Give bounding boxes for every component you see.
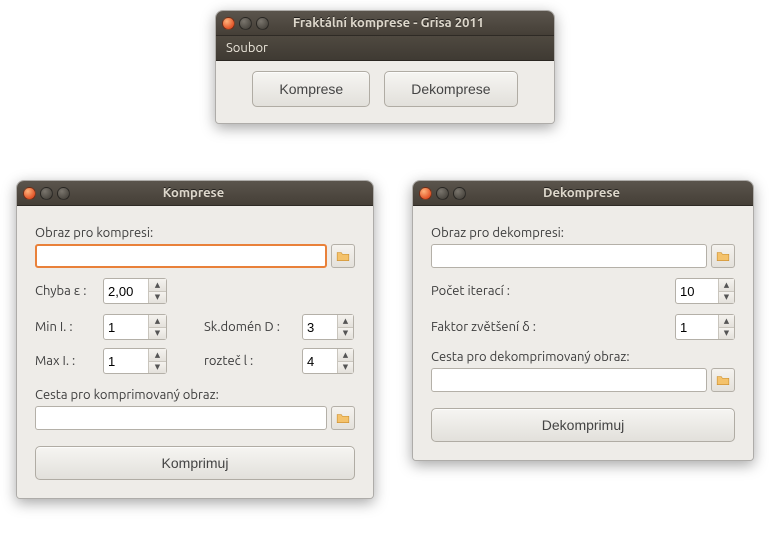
chevron-up-icon[interactable]: ▲ xyxy=(149,315,166,328)
domain-input[interactable] xyxy=(303,315,337,339)
label-compress-out: Cesta pro komprimovaný obraz: xyxy=(35,388,355,402)
compress-out-input[interactable] xyxy=(35,406,327,430)
maximize-icon[interactable] xyxy=(453,187,466,200)
decompress-out-input[interactable] xyxy=(431,368,707,392)
main-window: Fraktální komprese - Grisa 2011 Soubor K… xyxy=(215,10,555,124)
close-icon[interactable] xyxy=(222,17,235,30)
label-decompress-image: Obraz pro dekompresi: xyxy=(431,226,735,240)
label-iter: Počet iterací : xyxy=(431,284,581,298)
max-input[interactable] xyxy=(104,349,148,373)
menubar: Soubor xyxy=(216,36,554,61)
zoom-stepper[interactable]: ▲▼ xyxy=(675,314,735,340)
iter-stepper[interactable]: ▲▼ xyxy=(675,278,735,304)
decompress-button[interactable]: Dekomprese xyxy=(384,71,517,107)
window-title: Fraktální komprese - Grisa 2011 xyxy=(279,16,548,30)
minimize-icon[interactable] xyxy=(239,17,252,30)
label-step: rozteč l : xyxy=(204,354,294,368)
maximize-icon[interactable] xyxy=(256,17,269,30)
window-title: Dekomprese xyxy=(476,186,747,200)
chevron-down-icon[interactable]: ▼ xyxy=(149,292,166,304)
min-input[interactable] xyxy=(104,315,148,339)
chevron-down-icon[interactable]: ▼ xyxy=(149,362,166,374)
max-stepper[interactable]: ▲▼ xyxy=(103,348,167,374)
minimize-icon[interactable] xyxy=(40,187,53,200)
maximize-icon[interactable] xyxy=(57,187,70,200)
chevron-up-icon[interactable]: ▲ xyxy=(719,279,734,292)
chevron-up-icon[interactable]: ▲ xyxy=(338,349,353,362)
folder-icon[interactable] xyxy=(331,406,355,430)
label-decompress-out: Cesta pro dekomprimovaný obraz: xyxy=(431,350,735,364)
menu-file[interactable]: Soubor xyxy=(226,41,268,55)
window-title: Komprese xyxy=(80,186,367,200)
min-stepper[interactable]: ▲▼ xyxy=(103,314,167,340)
dekomprimuj-button[interactable]: Dekomprimuj xyxy=(431,408,735,442)
chevron-up-icon[interactable]: ▲ xyxy=(149,349,166,362)
close-icon[interactable] xyxy=(419,187,432,200)
chevron-down-icon[interactable]: ▼ xyxy=(149,328,166,340)
label-min: Min I. : xyxy=(35,320,95,334)
minimize-icon[interactable] xyxy=(436,187,449,200)
titlebar-main[interactable]: Fraktální komprese - Grisa 2011 xyxy=(216,11,554,36)
folder-icon[interactable] xyxy=(711,368,735,392)
step-input[interactable] xyxy=(303,349,337,373)
compress-image-input[interactable] xyxy=(35,244,327,268)
folder-icon[interactable] xyxy=(331,244,355,268)
decompress-image-input[interactable] xyxy=(431,244,707,268)
step-stepper[interactable]: ▲▼ xyxy=(302,348,354,374)
compress-button[interactable]: Komprese xyxy=(252,71,370,107)
titlebar-dekomprese[interactable]: Dekomprese xyxy=(413,181,753,206)
komprese-window: Komprese Obraz pro kompresi: Chyba ε : ▲… xyxy=(16,180,374,499)
label-max: Max I. : xyxy=(35,354,95,368)
chevron-up-icon[interactable]: ▲ xyxy=(719,315,734,328)
dekomprese-window: Dekomprese Obraz pro dekompresi: Počet i… xyxy=(412,180,754,461)
chevron-up-icon[interactable]: ▲ xyxy=(149,279,166,292)
komprimuj-button[interactable]: Komprimuj xyxy=(35,446,355,480)
error-stepper[interactable]: ▲▼ xyxy=(103,278,167,304)
close-icon[interactable] xyxy=(23,187,36,200)
chevron-down-icon[interactable]: ▼ xyxy=(719,328,734,340)
chevron-up-icon[interactable]: ▲ xyxy=(338,315,353,328)
folder-icon[interactable] xyxy=(711,244,735,268)
zoom-input[interactable] xyxy=(676,315,718,339)
error-input[interactable] xyxy=(104,279,148,303)
domain-stepper[interactable]: ▲▼ xyxy=(302,314,354,340)
label-error: Chyba ε : xyxy=(35,284,95,298)
iter-input[interactable] xyxy=(676,279,718,303)
label-compress-image: Obraz pro kompresi: xyxy=(35,226,355,240)
titlebar-komprese[interactable]: Komprese xyxy=(17,181,373,206)
chevron-down-icon[interactable]: ▼ xyxy=(719,292,734,304)
chevron-down-icon[interactable]: ▼ xyxy=(338,362,353,374)
chevron-down-icon[interactable]: ▼ xyxy=(338,328,353,340)
label-domain: Sk.domén D : xyxy=(204,320,294,334)
label-zoom: Faktor zvětšení δ : xyxy=(431,320,581,334)
